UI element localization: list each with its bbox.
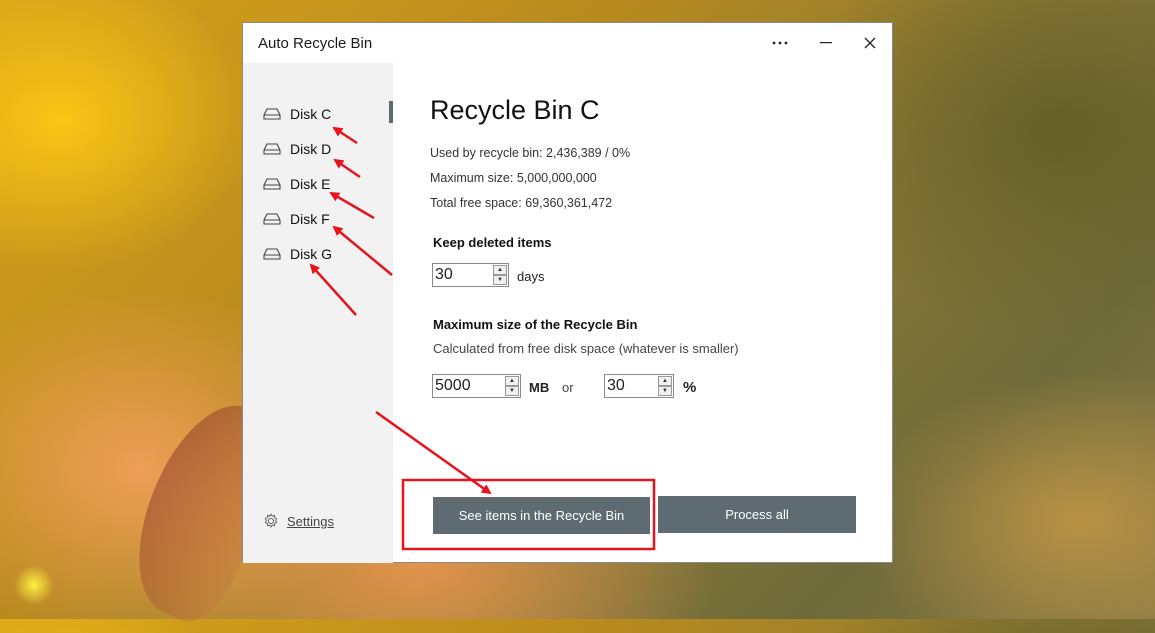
background-decoration: [14, 565, 54, 605]
sidebar-item-label: Disk G: [290, 246, 332, 262]
drive-icon: [263, 213, 281, 225]
main-panel: Recycle Bin C Used by recycle bin: 2,436…: [393, 63, 893, 563]
sidebar-item-label: Disk D: [290, 141, 332, 157]
title-bar: Auto Recycle Bin: [243, 23, 892, 63]
app-window: Auto Recycle Bin Disk C Disk D Disk E Di…: [242, 22, 893, 563]
percent-unit: %: [683, 379, 697, 396]
drive-icon: [263, 108, 281, 120]
max-percent-stepper[interactable]: ▲ ▼: [604, 374, 674, 398]
settings-label: Settings: [287, 513, 334, 529]
sidebar-item-label: Disk C: [290, 106, 332, 122]
drive-icon: [263, 143, 281, 155]
sidebar-item-disk-e[interactable]: Disk E: [263, 173, 330, 195]
see-items-button[interactable]: See items in the Recycle Bin: [433, 497, 650, 534]
maximum-size-info: Maximum size: 5,000,000,000: [430, 171, 597, 185]
process-all-button[interactable]: Process all: [658, 496, 856, 533]
keep-days-stepper[interactable]: ▲ ▼: [432, 263, 509, 287]
minimize-button[interactable]: [803, 23, 849, 63]
drive-icon: [263, 248, 281, 260]
total-free-space: Total free space: 69,360,361,472: [430, 196, 613, 210]
mb-unit: MB: [529, 380, 550, 395]
gear-icon: [264, 513, 278, 528]
sidebar-item-label: Disk E: [290, 176, 331, 192]
sidebar: Disk C Disk D Disk E Disk F Disk G Setti…: [243, 63, 393, 563]
close-button[interactable]: [847, 23, 893, 63]
settings-link[interactable]: Settings: [263, 513, 334, 529]
spin-up-icon[interactable]: ▲: [505, 376, 519, 386]
max-mb-stepper[interactable]: ▲ ▼: [432, 374, 521, 398]
minimize-icon: [820, 42, 832, 44]
window-title: Auto Recycle Bin: [258, 35, 373, 52]
max-size-subtitle: Calculated from free disk space (whateve…: [433, 341, 739, 356]
max-mb-input[interactable]: [433, 375, 505, 397]
used-by-recycle-bin: Used by recycle bin: 2,436,389 / 0%: [430, 146, 631, 160]
or-label: or: [562, 380, 574, 395]
sidebar-item-disk-f[interactable]: Disk F: [263, 208, 330, 230]
sidebar-item-disk-d[interactable]: Disk D: [263, 138, 331, 160]
spin-up-icon[interactable]: ▲: [493, 265, 507, 275]
spin-down-icon[interactable]: ▼: [493, 275, 507, 285]
max-percent-input[interactable]: [605, 375, 659, 397]
more-icon: [772, 41, 788, 45]
page-title: Recycle Bin C: [430, 95, 600, 125]
close-icon: [864, 37, 876, 49]
keep-deleted-heading: Keep deleted items: [433, 235, 552, 250]
sidebar-item-label: Disk F: [290, 211, 330, 227]
days-unit: days: [517, 269, 545, 284]
spin-up-icon[interactable]: ▲: [658, 376, 672, 386]
drive-icon: [263, 178, 281, 190]
spin-down-icon[interactable]: ▼: [505, 386, 519, 396]
sidebar-item-disk-c[interactable]: Disk C: [263, 103, 331, 125]
spin-down-icon[interactable]: ▼: [658, 386, 672, 396]
sidebar-item-disk-g[interactable]: Disk G: [263, 243, 332, 265]
keep-days-input[interactable]: [433, 264, 493, 286]
more-button[interactable]: [757, 23, 803, 63]
max-size-heading: Maximum size of the Recycle Bin: [433, 317, 638, 332]
